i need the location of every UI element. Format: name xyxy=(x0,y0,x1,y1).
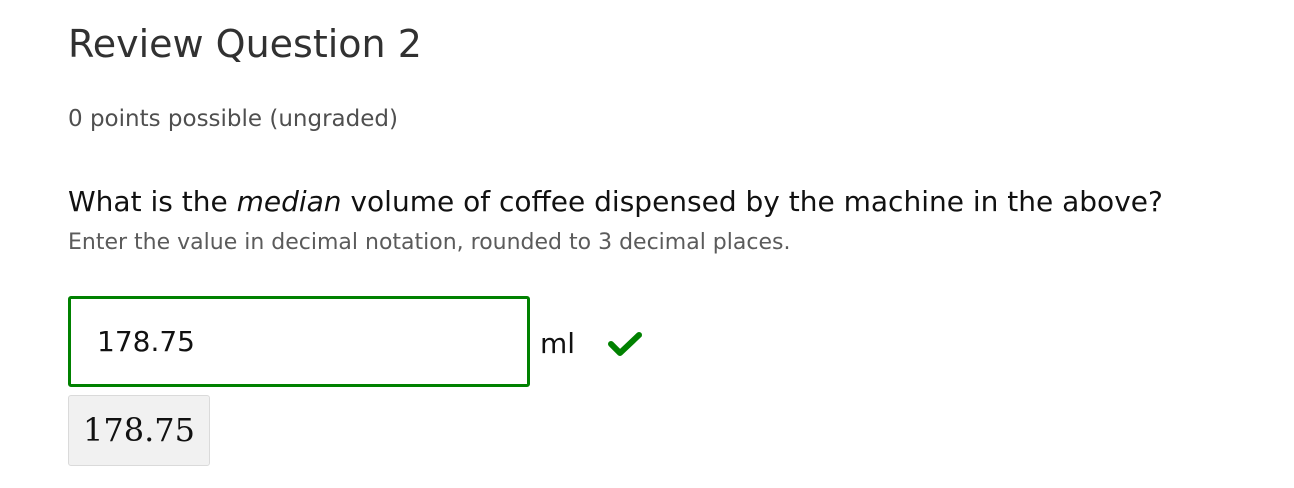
question-hint: Enter the value in decimal notation, rou… xyxy=(68,230,791,255)
points-info: 0 points possible (ungraded) xyxy=(68,106,398,132)
question-text: What is the median volume of coffee disp… xyxy=(68,185,1163,218)
question-text-end: volume of coffee dispensed by the machin… xyxy=(341,185,1163,218)
question-text-start: What is the xyxy=(68,185,237,218)
answer-input[interactable] xyxy=(68,296,530,387)
answer-unit: ml xyxy=(540,327,576,360)
question-emphasis: median xyxy=(236,185,342,218)
check-icon xyxy=(608,332,642,356)
problem-title: Review Question 2 xyxy=(68,22,422,66)
answer-preview: 178.75 xyxy=(68,395,210,466)
